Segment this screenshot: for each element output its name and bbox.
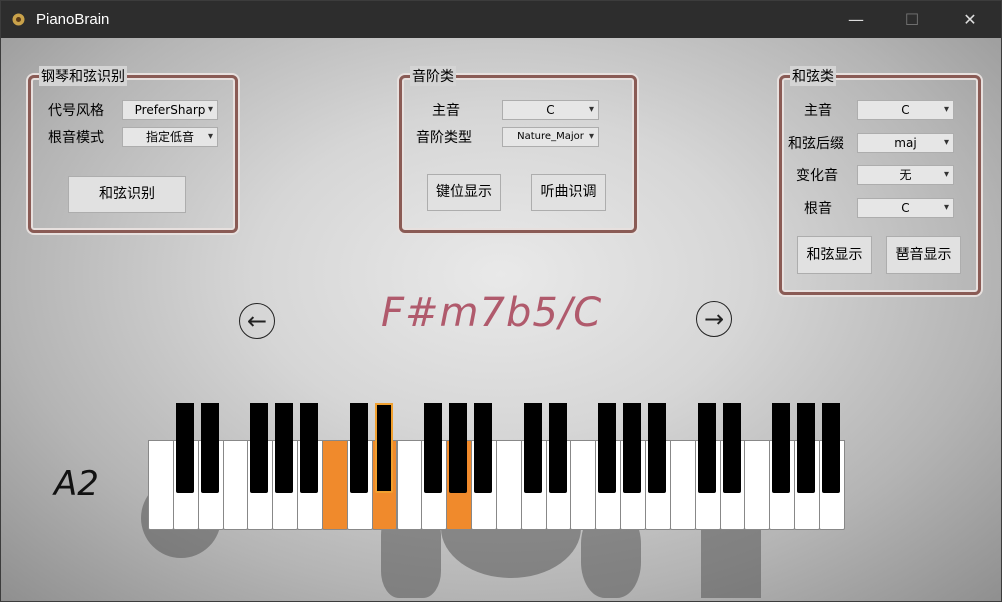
black-key[interactable] (722, 403, 741, 493)
next-chord-button[interactable]: → (696, 301, 732, 337)
scale-tonic-label: 主音 (432, 103, 460, 119)
chevron-down-icon: ▾ (943, 137, 949, 148)
maximize-button[interactable]: ☐ (889, 1, 935, 38)
black-key[interactable] (523, 403, 542, 493)
chord-root-label: 根音 (804, 201, 832, 217)
piano-keyboard[interactable] (148, 403, 845, 530)
chord-suffix-select[interactable]: maj ▾ (857, 133, 954, 153)
chevron-down-icon: ▾ (588, 104, 594, 115)
white-key[interactable] (570, 440, 597, 530)
scale-type-select[interactable]: Nature_Major ▾ (502, 127, 599, 147)
chord-suffix-label: 和弦后缀 (788, 136, 844, 152)
arrow-right-icon: → (703, 305, 725, 333)
chord-root-select[interactable]: C ▾ (857, 198, 954, 218)
black-key[interactable] (548, 403, 567, 493)
note-name-display: A2 (54, 464, 99, 504)
chord-tonic-select[interactable]: C ▾ (857, 100, 954, 120)
black-key[interactable] (648, 403, 666, 493)
chord-recognize-button[interactable]: 和弦识别 (68, 176, 186, 213)
alter-label: 变化音 (796, 168, 838, 184)
white-key[interactable] (222, 440, 249, 530)
chevron-down-icon: ▾ (943, 104, 949, 115)
arpeggio-button[interactable]: 琶音显示 (886, 236, 961, 274)
chord-group: 和弦类 主音 C ▾ 和弦后缀 maj ▾ 变化音 无 ▾ 根音 C ▾ 和弦显示 琶音… (779, 66, 981, 295)
show-chord-button[interactable]: 和弦显示 (797, 236, 872, 274)
arrow-left-icon: ← (246, 307, 268, 335)
chevron-down-icon: ▾ (943, 169, 949, 180)
white-key[interactable] (396, 440, 423, 530)
black-key[interactable] (424, 403, 443, 493)
black-key[interactable] (300, 403, 319, 493)
black-key[interactable] (250, 403, 269, 493)
black-key[interactable] (772, 403, 791, 493)
black-key[interactable] (474, 403, 493, 493)
root-mode-label: 根音模式 (48, 130, 104, 146)
minimize-button[interactable]: — (833, 1, 879, 38)
black-key[interactable] (200, 403, 219, 493)
black-key[interactable] (449, 403, 468, 493)
black-key[interactable] (598, 403, 617, 493)
white-key[interactable] (148, 440, 174, 530)
alter-select[interactable]: 无 ▾ (857, 165, 954, 185)
black-key[interactable] (697, 403, 716, 493)
style-select[interactable]: PreferSharp ▾ (122, 100, 218, 120)
style-label: 代号风格 (48, 103, 104, 119)
chevron-down-icon: ▾ (588, 131, 594, 142)
window-title: PianoBrain (36, 11, 110, 28)
ear-detect-button[interactable]: 听曲识调 (531, 174, 606, 211)
chord-tonic-label: 主音 (804, 103, 832, 119)
black-key[interactable] (349, 403, 368, 493)
chevron-down-icon: ▾ (207, 131, 213, 142)
keyboard-silhouette (701, 518, 761, 598)
white-key[interactable] (321, 440, 348, 530)
group-title: 钢琴和弦识别 (39, 66, 127, 86)
prev-chord-button[interactable]: ← (239, 303, 275, 339)
black-key[interactable] (821, 403, 840, 493)
white-key[interactable] (744, 440, 771, 530)
main-content: 钢琴和弦识别 代号风格 PreferSharp ▾ 根音模式 指定低音 ▾ 和弦识别… (1, 38, 1001, 601)
scale-type-label: 音阶类型 (416, 130, 472, 146)
app-logo-icon (12, 13, 25, 26)
white-key[interactable] (495, 440, 522, 530)
chevron-down-icon: ▾ (207, 104, 213, 115)
black-key[interactable] (275, 403, 294, 493)
group-title: 音阶类 (410, 66, 456, 86)
scale-group: 音阶类 主音 C ▾ 音阶类型 Nature_Major ▾ 键位显示 听曲识调 (399, 66, 637, 233)
chord-recognition-group: 钢琴和弦识别 代号风格 PreferSharp ▾ 根音模式 指定低音 ▾ 和弦识别 (28, 66, 238, 233)
app-window: PianoBrain — ☐ ✕ 钢琴和弦识别 代号风格 PreferSharp… (0, 0, 1002, 602)
close-button[interactable]: ✕ (947, 1, 993, 38)
root-mode-select[interactable]: 指定低音 ▾ (122, 127, 218, 147)
white-key[interactable] (669, 440, 696, 530)
black-key[interactable] (623, 403, 642, 493)
black-key[interactable] (374, 403, 393, 493)
chevron-down-icon: ▾ (943, 202, 949, 213)
chord-name-display: F#m7b5/C (381, 290, 603, 336)
black-key[interactable] (175, 403, 194, 493)
scale-tonic-select[interactable]: C ▾ (502, 100, 599, 120)
group-title: 和弦类 (790, 66, 836, 86)
black-key[interactable] (797, 403, 816, 493)
title-bar[interactable]: PianoBrain — ☐ ✕ (1, 1, 1001, 38)
show-keys-button[interactable]: 键位显示 (427, 174, 501, 211)
